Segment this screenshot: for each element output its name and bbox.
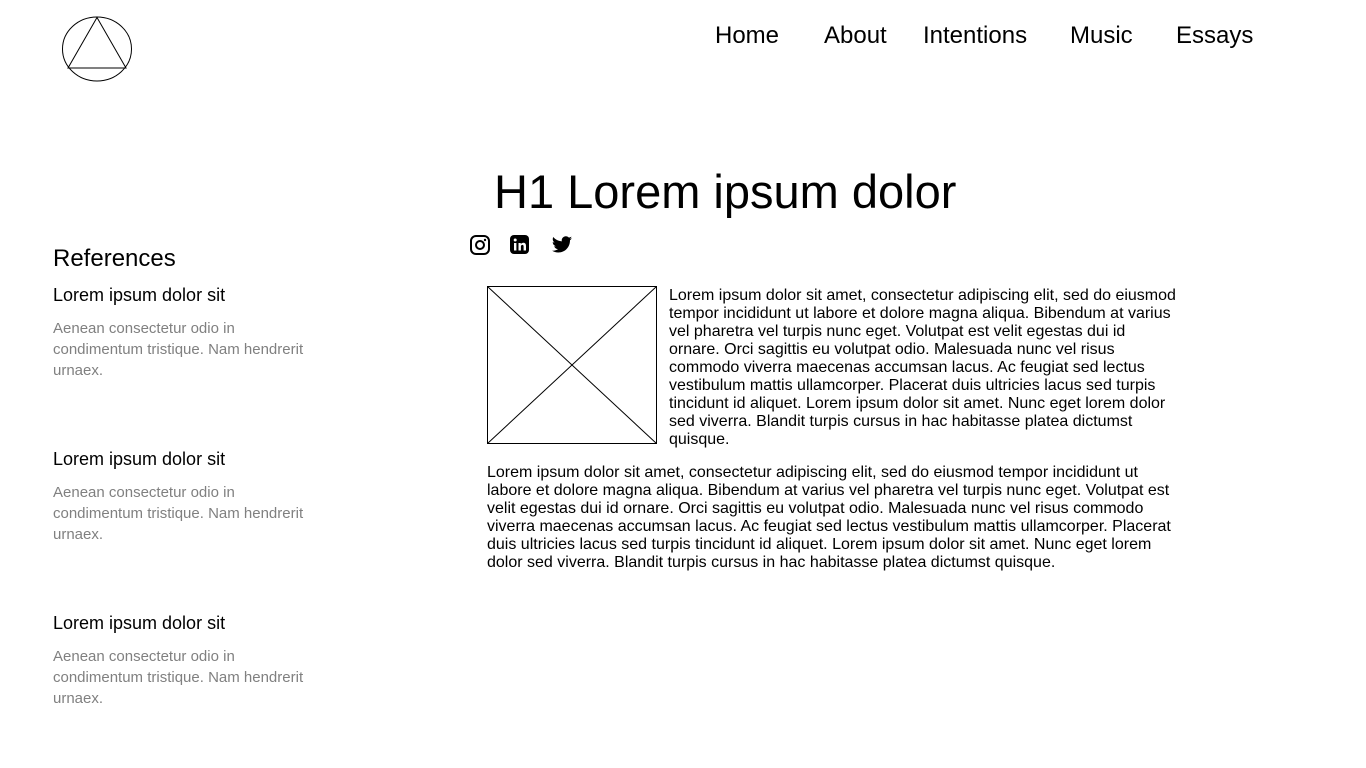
triangle-in-circle-icon[interactable] bbox=[61, 15, 133, 83]
page-title: H1 Lorem ipsum dolor bbox=[494, 165, 957, 218]
twitter-icon[interactable] bbox=[551, 234, 573, 256]
article-paragraph: Lorem ipsum dolor sit amet, consectetur … bbox=[487, 464, 1171, 571]
reference-title[interactable]: Lorem ipsum dolor sit bbox=[53, 284, 323, 306]
reference-title[interactable]: Lorem ipsum dolor sit bbox=[53, 448, 323, 470]
reference-title[interactable]: Lorem ipsum dolor sit bbox=[53, 612, 323, 634]
nav-item-about[interactable]: About bbox=[824, 22, 887, 50]
nav-item-home[interactable]: Home bbox=[715, 22, 779, 50]
reference-description: Aenean consectetur odio in condimentum t… bbox=[53, 648, 304, 707]
reference-description: Aenean consectetur odio in condimentum t… bbox=[53, 320, 304, 379]
reference-item: Lorem ipsum dolor sit Aenean consectetur… bbox=[53, 284, 323, 381]
reference-item: Lorem ipsum dolor sit Aenean consectetur… bbox=[53, 448, 323, 545]
nav-item-essays[interactable]: Essays bbox=[1176, 22, 1253, 50]
nav-item-music[interactable]: Music bbox=[1070, 22, 1133, 50]
reference-description: Aenean consectetur odio in condimentum t… bbox=[53, 484, 304, 543]
page: Home About Intentions Music Essays H1 Lo… bbox=[0, 0, 1366, 768]
article-paragraph: Lorem ipsum dolor sit amet, consectetur … bbox=[669, 287, 1176, 448]
sidebar-heading: References bbox=[53, 245, 176, 272]
instagram-icon[interactable] bbox=[469, 234, 491, 256]
linkedin-icon[interactable] bbox=[509, 234, 531, 256]
nav-item-intentions[interactable]: Intentions bbox=[923, 22, 1027, 50]
reference-item: Lorem ipsum dolor sit Aenean consectetur… bbox=[53, 612, 323, 709]
image-placeholder bbox=[487, 286, 657, 444]
